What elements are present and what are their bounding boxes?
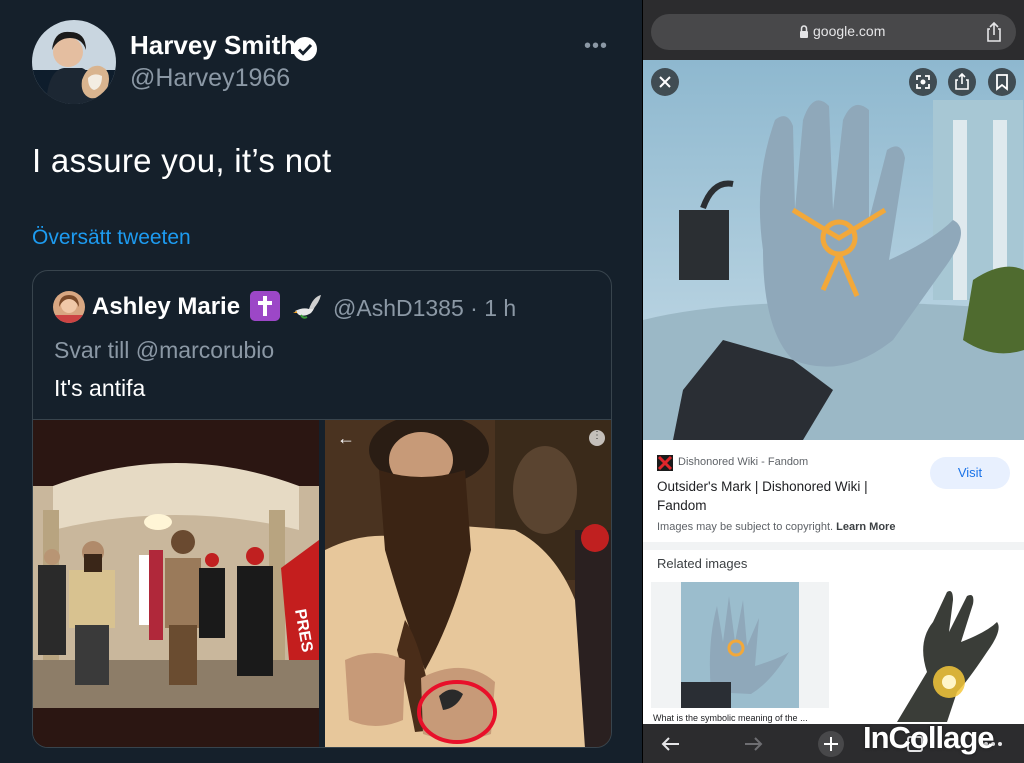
quoted-author-name[interactable]: Ashley Marie bbox=[92, 293, 240, 321]
photo-back-arrow-icon[interactable]: ← bbox=[337, 428, 355, 449]
photo-more-icon[interactable]: ⋮ bbox=[589, 430, 605, 446]
search-result-image[interactable] bbox=[643, 60, 1024, 440]
result-title-link[interactable]: Outsider's Mark | Dishonored Wiki | Fand… bbox=[657, 477, 897, 515]
back-arrow-icon[interactable] bbox=[657, 730, 685, 758]
bookmark-icon[interactable] bbox=[988, 68, 1016, 96]
section-divider bbox=[643, 542, 1024, 550]
related-image-1-caption[interactable]: What is the symbolic meaning of the ... bbox=[653, 713, 808, 723]
fandom-favicon-icon bbox=[657, 455, 673, 471]
verified-badge-icon bbox=[293, 37, 317, 61]
image-share-icon[interactable] bbox=[948, 68, 976, 96]
related-images-heading: Related images bbox=[657, 556, 748, 571]
browser-toolbar: google.com bbox=[643, 0, 1024, 60]
new-tab-plus-icon[interactable] bbox=[817, 730, 845, 758]
latin-cross-emoji-icon bbox=[250, 291, 280, 321]
copyright-text: Images may be subject to copyright. bbox=[657, 521, 834, 533]
quoted-handle-time[interactable]: @AshD1385 · 1 h bbox=[333, 295, 516, 322]
author-name[interactable]: Harvey Smith bbox=[130, 30, 296, 61]
tweet-panel: Harvey Smith @Harvey1966 ••• I assure yo… bbox=[0, 0, 642, 763]
translate-tweet-link[interactable]: Översätt tweeten bbox=[32, 226, 191, 250]
close-icon[interactable] bbox=[651, 68, 679, 96]
quoted-photo-tattoo[interactable]: ← ⋮ bbox=[325, 420, 611, 747]
learn-more-link[interactable]: Learn More bbox=[836, 521, 895, 533]
related-image-1[interactable] bbox=[651, 582, 829, 708]
address-bar[interactable]: google.com bbox=[651, 14, 1016, 50]
quoted-photo-hallway[interactable]: PRES bbox=[33, 420, 319, 747]
more-options-icon[interactable]: ••• bbox=[584, 36, 614, 56]
incollage-watermark: InCollage bbox=[863, 720, 995, 755]
google-lens-icon[interactable] bbox=[909, 68, 937, 96]
related-image-2[interactable] bbox=[837, 582, 1019, 722]
source-name: Dishonored Wiki - Fandom bbox=[678, 456, 809, 468]
dove-emoji-icon bbox=[293, 295, 321, 319]
quoted-tweet-text: It's antifa bbox=[54, 375, 146, 401]
author-avatar[interactable] bbox=[32, 20, 116, 104]
lock-icon bbox=[800, 25, 808, 38]
browser-panel: google.com Dishonored Wiki - Fandom Outs… bbox=[643, 0, 1024, 763]
quoted-tweet-card[interactable]: Ashley Marie @AshD1385 · 1 h Svar till @… bbox=[32, 270, 612, 748]
quoted-author-avatar[interactable] bbox=[53, 291, 85, 323]
copyright-note: Images may be subject to copyright. Lear… bbox=[657, 521, 895, 533]
url-text: google.com bbox=[813, 23, 886, 39]
reply-to-text[interactable]: Svar till @marcorubio bbox=[54, 337, 274, 364]
visit-button[interactable]: Visit bbox=[930, 457, 1010, 489]
share-icon[interactable] bbox=[984, 21, 1004, 43]
author-handle[interactable]: @Harvey1966 bbox=[130, 64, 290, 93]
forward-arrow-icon[interactable] bbox=[739, 730, 767, 758]
tweet-text: I assure you, it’s not bbox=[32, 142, 332, 179]
